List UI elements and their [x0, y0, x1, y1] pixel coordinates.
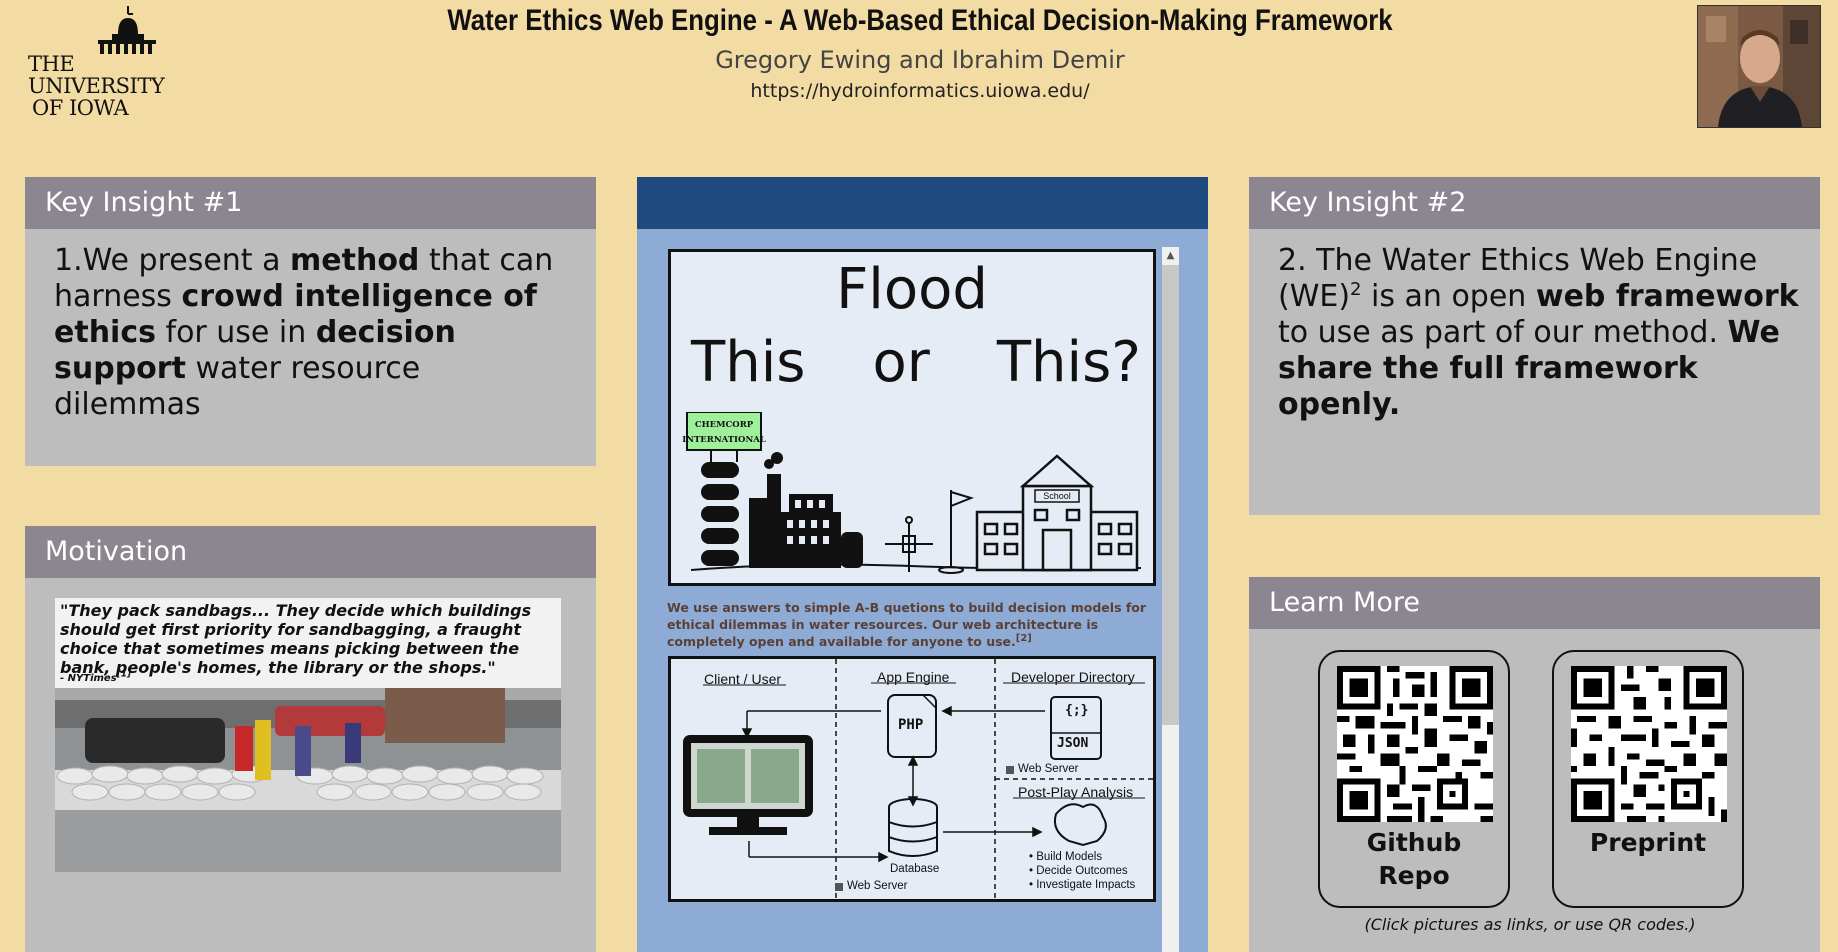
- preprint-label: Preprint: [1589, 828, 1707, 857]
- flood-title: Flood: [836, 257, 988, 322]
- key-insight-2-text: 2. The Water Ethics Web Engine (WE)2 is …: [1278, 243, 1799, 422]
- choice-this-right: This?: [996, 330, 1141, 395]
- author-photo: [1697, 5, 1821, 128]
- arch-post-play-label: Post-Play Analysis: [1018, 784, 1134, 800]
- key-insight-2-heading: Key Insight #2: [1249, 177, 1820, 229]
- scroll-up-arrow-icon[interactable]: ▲: [1162, 247, 1179, 264]
- flood-dilemma-card[interactable]: Flood This or This? CHEMCORP INTERNATION…: [668, 249, 1156, 586]
- scroll-thumb[interactable]: [1162, 265, 1179, 725]
- poster-title: Water Ethics Web Engine - A Web-Based Et…: [447, 4, 1393, 37]
- authors: Gregory Ewing and Ibrahim Demir: [715, 46, 1125, 74]
- github-qr-code: [1337, 666, 1493, 822]
- arch-client-label: Client / User: [704, 671, 782, 687]
- center-header-bar: [637, 177, 1208, 229]
- key-insight-1-heading: Key Insight #1: [25, 177, 596, 229]
- school-sign: School: [1043, 491, 1071, 501]
- university-logo: THE UNIVERSITY OF IOWA: [28, 4, 165, 122]
- arch-bullet-investigate: • Investigate Impacts: [1029, 879, 1136, 891]
- factory-vs-school-illustration: CHEMCORP INTERNATIONAL School: [682, 412, 1142, 574]
- chemcorp-sign-line2: INTERNATIONAL: [682, 435, 766, 445]
- key-insight-1-text: 1.We present a method that can harness c…: [54, 243, 554, 422]
- choice-this-left: This: [691, 330, 806, 395]
- preprint-link[interactable]: Preprint: [1552, 650, 1744, 908]
- arch-database-label: Database: [890, 863, 940, 875]
- logo-word-iowa: OF IOWA: [32, 96, 129, 120]
- github-repo-link[interactable]: Github Repo: [1318, 650, 1510, 908]
- quote-box: "They pack sandbags... They decide which…: [55, 598, 561, 688]
- arch-json-icon: {;}: [1065, 703, 1089, 718]
- center-caption: We use answers to simple A-B quetions to…: [667, 600, 1147, 649]
- arch-developer-label: Developer Directory: [1011, 669, 1135, 685]
- choice-or: or: [872, 330, 930, 395]
- center-scrollbar[interactable]: ▲: [1162, 247, 1179, 952]
- motivation-heading: Motivation: [25, 526, 596, 578]
- quote-source: - NYTimes[1]: [60, 669, 132, 684]
- arch-app-engine-label: App Engine: [877, 669, 950, 685]
- logo-word-university: UNIVERSITY: [28, 74, 165, 98]
- arch-php-label: PHP: [898, 717, 924, 733]
- key-insight-1-panel: Key Insight #1 1.We present a method tha…: [25, 177, 596, 466]
- arch-json-label: JSON: [1057, 736, 1089, 751]
- key-insight-2-panel: Key Insight #2 2. The Water Ethics Web E…: [1249, 177, 1820, 515]
- chemcorp-sign-line1: CHEMCORP: [695, 420, 754, 430]
- architecture-diagram: Client / User App Engine Developer Direc…: [668, 656, 1156, 902]
- choice-line: This or This?: [691, 330, 1141, 395]
- arch-web-server-bottom: Web Server: [847, 880, 908, 892]
- arch-bullet-build: • Build Models: [1029, 851, 1103, 863]
- github-repo-label: Github Repo: [1366, 828, 1462, 890]
- arch-bullet-decide: • Decide Outcomes: [1029, 865, 1128, 877]
- logo-word-the: THE: [28, 52, 75, 76]
- sandbagging-photo: [55, 688, 561, 872]
- preprint-qr-code: [1571, 666, 1727, 822]
- nytimes-quote: "They pack sandbags... They decide which…: [60, 601, 532, 677]
- motivation-panel: Motivation "They pack sandbags... They d…: [25, 526, 596, 952]
- old-capitol-icon: [98, 6, 156, 54]
- center-panel: Flood This or This? CHEMCORP INTERNATION…: [637, 177, 1208, 952]
- lab-url[interactable]: https://hydroinformatics.uiowa.edu/: [300, 80, 1540, 102]
- arch-web-server-top: Web Server: [1018, 763, 1079, 775]
- learn-more-heading: Learn More: [1249, 577, 1820, 629]
- click-note: (Click pictures as links, or use QR code…: [1364, 915, 1696, 934]
